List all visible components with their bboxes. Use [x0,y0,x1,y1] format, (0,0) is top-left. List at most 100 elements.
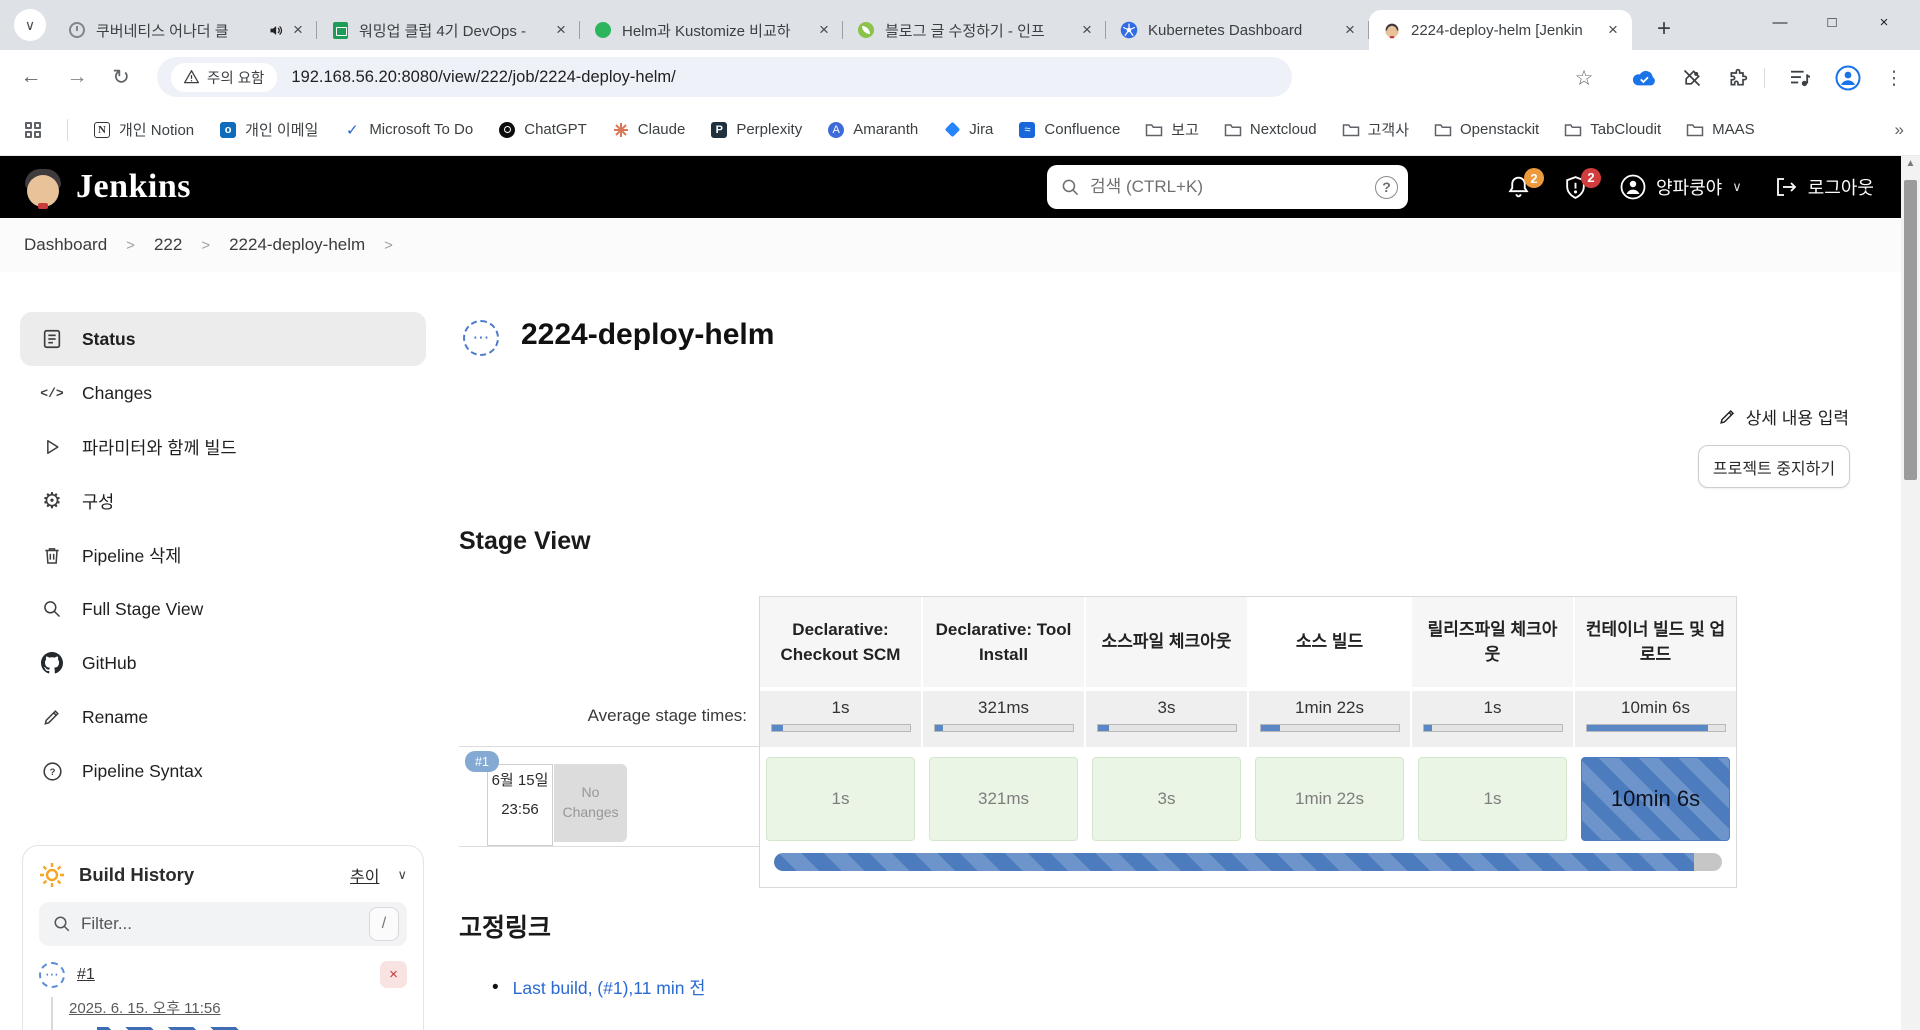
cloud-sync-icon[interactable] [1630,64,1658,92]
bookmark-chatgpt[interactable]: ChatGPT [498,121,587,139]
jenkins-logo-link[interactable]: Jenkins [22,165,191,209]
site-security-chip[interactable]: 주의 요함 [171,62,278,92]
page-scrollbar[interactable]: ▲ [1901,156,1920,1030]
folder-icon [1224,124,1242,137]
build-number-badge[interactable]: #1 [465,751,499,772]
bookmark-claude[interactable]: Claude [612,121,685,139]
profile-avatar[interactable] [1834,64,1862,92]
bookmark-folder-openstackit[interactable]: Openstackit [1434,121,1539,139]
search-icon [1062,179,1079,195]
sidebar-item-label: Full Stage View [82,598,204,619]
sidebar-item-changes[interactable]: </> Changes [20,366,426,420]
tab-jenkins-active[interactable]: 2224-deploy-helm [Jenkin × [1369,10,1632,50]
address-bar[interactable]: 주의 요함 192.168.56.20:8080/view/222/job/22… [157,57,1292,97]
close-icon[interactable]: × [1602,19,1624,41]
close-icon[interactable]: × [550,19,572,41]
stage-result-cell-in-progress[interactable]: 10min 6s [1581,757,1730,841]
overall-build-progress-bar[interactable] [774,853,1722,871]
tab-blog-edit[interactable]: 블로그 글 수정하기 - 인프 × [843,10,1106,50]
bookmark-folder-bogo[interactable]: 보고 [1145,119,1199,140]
tab-helm-kustomize[interactable]: Helm과 Kustomize 비교하 × [580,10,843,50]
tab-kubernetes-dashboard[interactable]: Kubernetes Dashboard × [1106,10,1369,50]
build-number-link[interactable]: #1 [77,966,95,984]
sidebar-item-status[interactable]: Status [20,312,426,366]
stage-result-cell[interactable]: 1s [766,757,915,841]
sidebar-item-configure[interactable]: ⚙ 구성 [20,474,426,528]
trend-link[interactable]: 추이 [350,863,379,887]
stage-result-cell[interactable]: 321ms [929,757,1078,841]
close-icon[interactable]: × [1339,19,1361,41]
forward-button[interactable]: → [62,62,92,92]
bookmarks-divider [67,118,68,141]
new-tab-button[interactable]: + [1648,13,1680,45]
stop-project-button[interactable]: 프로젝트 중지하기 [1698,445,1850,488]
search-input[interactable] [1090,177,1375,197]
breadcrumb-job[interactable]: 2224-deploy-helm [229,235,365,255]
sidebar-item-pipeline-syntax[interactable]: ? Pipeline Syntax [20,744,426,798]
window-minimize-button[interactable]: — [1754,0,1806,44]
sidebar-item-full-stage-view[interactable]: Full Stage View [20,582,426,636]
confluence-icon: ≈ [1019,121,1036,138]
back-button[interactable]: ← [16,62,46,92]
sidebar-item-github[interactable]: GitHub [20,636,426,690]
scrollbar-thumb[interactable] [1904,180,1917,480]
build-history-filter[interactable]: / [39,902,407,946]
bookmark-folder-tabcloudit[interactable]: TabCloudit [1564,121,1661,139]
bookmark-folder-customer[interactable]: 고객사 [1342,119,1409,140]
media-playlist-icon[interactable] [1786,64,1814,92]
bookmark-folder-maas[interactable]: MAAS [1686,121,1755,139]
edit-description-link[interactable]: 상세 내용 입력 [1718,404,1849,429]
bookmark-amaranth[interactable]: A Amaranth [827,121,918,139]
notifications-button[interactable]: 2 [1506,168,1544,200]
help-icon[interactable]: ? [1375,175,1398,199]
sidebar-item-delete-pipeline[interactable]: Pipeline 삭제 [20,528,426,582]
bookmark-star-icon[interactable]: ☆ [1570,64,1598,92]
security-warnings-button[interactable]: 2 [1563,167,1601,201]
delete-build-button[interactable]: × [380,961,407,988]
sidebar-item-rename[interactable]: Rename [20,690,426,744]
browser-menu-icon[interactable]: ⋮ [1880,64,1908,92]
bookmark-ms-todo[interactable]: ✓ Microsoft To Do [343,121,473,139]
sidebar-item-build-with-parameters[interactable]: 파라미터와 함께 빌드 [20,420,426,474]
password-manager-off-icon[interactable] [1678,64,1706,92]
bookmark-folder-nextcloud[interactable]: Nextcloud [1224,121,1317,139]
stage-result-cell[interactable]: 1s [1418,757,1567,841]
breadcrumb-context-chevron[interactable]: > [384,237,393,254]
audio-speaker-icon[interactable] [268,23,283,38]
build-timestamp-link[interactable]: 2025. 6. 15. 오후 11:56 [69,1000,221,1017]
url-text: 192.168.56.20:8080/view/222/job/2224-dep… [291,67,676,86]
reload-button[interactable]: ↻ [106,62,136,92]
extensions-puzzle-icon[interactable] [1724,64,1752,92]
window-close-button[interactable]: × [1858,0,1910,44]
tab-devops-sheet[interactable]: 워밍업 클럽 4기 DevOps - × [317,10,580,50]
close-icon[interactable]: × [1076,19,1098,41]
stage-result-cell[interactable]: 1min 22s [1255,757,1404,841]
bookmark-notion[interactable]: N 개인 Notion [93,119,194,140]
chevron-down-icon[interactable]: ∨ [397,867,407,883]
bookmark-confluence[interactable]: ≈ Confluence [1018,121,1120,139]
scroll-up-arrow[interactable]: ▲ [1901,158,1920,169]
close-icon[interactable]: × [813,19,835,41]
bookmarks-overflow-icon[interactable]: » [1895,120,1904,140]
tab-overview-button[interactable]: ∨ [14,9,46,41]
build-date-cell[interactable]: 6월 15일 23:56 [487,764,553,846]
breadcrumb-dashboard[interactable]: Dashboard [24,235,107,255]
course-favicon-icon [68,21,86,39]
user-menu[interactable]: 양파쿵야 ∨ [1620,174,1742,200]
gear-icon: ⚙ [42,488,62,513]
logout-button[interactable]: 로그아웃 [1774,174,1874,200]
bookmark-perplexity[interactable]: P Perplexity [710,121,802,139]
breadcrumb-view-222[interactable]: 222 [154,235,182,255]
avg-time-bar [770,724,911,732]
stage-result-cell[interactable]: 3s [1092,757,1241,841]
last-build-link[interactable]: Last build, (#1),11 min 전 [513,975,706,1000]
apps-grid-icon[interactable] [24,121,42,139]
window-maximize-button[interactable]: □ [1806,0,1858,44]
tab-kubernetes-course[interactable]: 쿠버네티스 어나더 클 × [54,10,317,50]
close-icon[interactable]: × [287,19,309,41]
filter-input[interactable] [81,914,359,934]
permalinks-heading: 고정링크 [459,914,552,942]
bookmark-jira[interactable]: Jira [943,121,993,139]
jenkins-search-box[interactable]: ? [1047,165,1408,209]
bookmark-email[interactable]: o 개인 이메일 [219,119,318,140]
